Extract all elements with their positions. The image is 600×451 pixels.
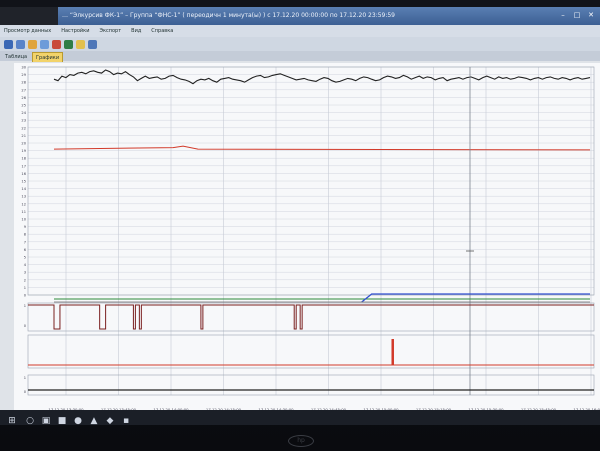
taskbar: ⊞ ○ ▣ ■ ● ▲ ◆ ▪ [0,410,600,425]
toolbar [0,37,600,51]
app-icon-3[interactable]: ▪ [120,415,132,425]
y-tick-label: 8 [24,233,27,237]
settings-icon[interactable] [88,39,97,49]
monitor-bezel: … “Элкурсив ФК-1” – Группа “ФНС-1” ( пер… [0,0,600,451]
y-tick-label: 17 [21,164,26,168]
menu-item-help[interactable]: Справка [151,25,173,37]
y-tick-label: 24 [21,111,26,115]
menu-item-export[interactable]: Экспорт [99,25,121,37]
title-bar: … “Элкурсив ФК-1” – Группа “ФНС-1” ( пер… [0,7,600,25]
browser-icon[interactable]: ● [72,415,84,425]
y-tick-label: 5 [24,256,26,260]
series-discrete-state [28,304,594,330]
y-tick-label: 20 [21,142,26,146]
chart-icon[interactable] [64,39,73,49]
y-tick-label: 21 [21,134,26,138]
window-title: … “Элкурсив ФК-1” – Группа “ФНС-1” ( пер… [62,12,396,19]
y-tick-label: 14 [21,187,26,191]
menu-item-view-data[interactable]: Просмотр данных [4,25,51,37]
y-tick-label: 30 [21,66,26,70]
obscured-title-region [0,7,58,25]
y-tick-label: 0 [24,390,27,394]
chart-area[interactable]: 30 29 28 27 26 25 24 23 22 21 20 19 18 17 16 15 14 13 12 11… [14,63,600,425]
y-tick-label: 10 [21,218,26,222]
menu-item-settings[interactable]: Настройки [61,25,89,37]
task-view-icon[interactable]: ▣ [40,415,52,425]
panel-frame [27,302,595,332]
hp-logo-icon: hp [288,435,314,447]
tab-charts[interactable]: Графики [32,52,64,62]
y-tick-label: 0 [24,324,27,328]
y-tick-label: 9 [24,225,27,229]
y-tick-label: 2 [24,278,26,282]
folder-icon[interactable] [28,39,37,49]
y-tick-label: 12 [21,202,26,206]
zoom-icon[interactable] [76,39,85,49]
search-icon[interactable]: ○ [24,415,36,425]
y-tick-label: 11 [21,210,26,214]
y-tick-label: 1 [24,304,26,308]
open-icon[interactable] [4,39,13,49]
windows-start-icon[interactable]: ⊞ [6,415,18,425]
y-tick-label: 26 [21,96,26,100]
y-tick-label: 19 [21,149,26,153]
series-line-black [53,69,591,85]
y-tick-label: 1 [24,376,26,380]
y-tick-label: 3 [24,271,26,275]
series-line-red [53,145,591,151]
panel-frame [27,374,595,396]
minimize-icon[interactable]: – [556,10,570,21]
panel-frame [27,334,595,369]
y-tick-label: 0 [24,294,27,298]
y-tick-label: 18 [21,157,26,161]
chart-svg[interactable]: 3029282726252423222120191817161514131211… [14,63,600,425]
spike-marker [391,339,394,365]
save-icon[interactable] [16,39,25,49]
menu-item-view[interactable]: Вид [131,25,141,37]
refresh-icon[interactable] [52,39,61,49]
y-tick-label: 1 [24,286,26,290]
y-tick-label: 28 [21,81,26,85]
print-icon[interactable] [40,39,49,49]
y-tick-label: 27 [21,88,26,92]
menu-bar: Просмотр данных Настройки Экспорт Вид Сп… [0,25,600,37]
y-tick-label: 29 [21,73,26,77]
application-screen: … “Элкурсив ФК-1” – Группа “ФНС-1” ( пер… [0,7,600,425]
tab-strip: Таблица Графики [0,51,600,62]
y-tick-label: 16 [21,172,26,176]
maximize-icon[interactable]: □ [570,10,584,21]
y-tick-label: 4 [24,263,27,267]
app-icon-1[interactable]: ▲ [88,415,100,425]
y-tick-label: 22 [21,126,26,130]
y-tick-label: 23 [21,119,26,123]
y-tick-label: 25 [21,104,26,108]
y-tick-label: 6 [24,248,27,252]
y-tick-label: 15 [21,180,26,184]
y-tick-label: 13 [21,195,26,199]
close-icon[interactable]: ✕ [584,10,598,21]
explorer-icon[interactable]: ■ [56,415,68,425]
y-tick-label: 7 [24,240,26,244]
tab-table[interactable]: Таблица [2,52,30,61]
app-icon-2[interactable]: ◆ [104,415,116,425]
